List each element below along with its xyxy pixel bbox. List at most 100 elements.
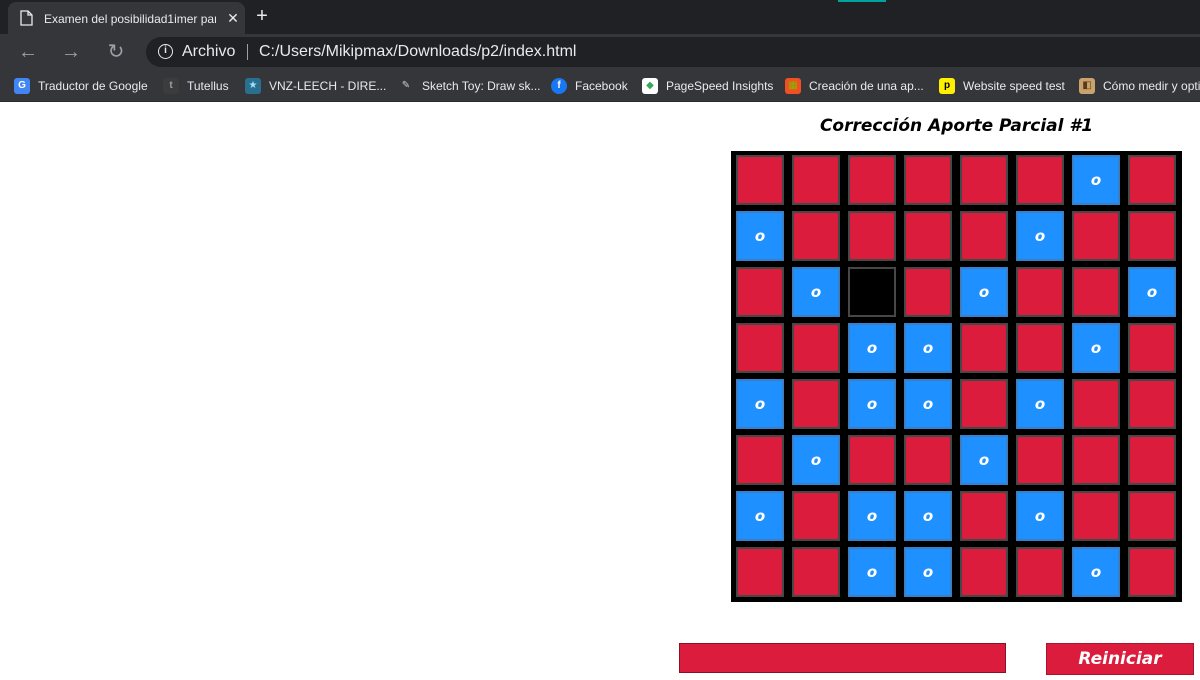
board-cell-blue[interactable]: o	[792, 435, 840, 485]
address-bar[interactable]: i Archivo C:/Users/Mikipmax/Downloads/p2…	[146, 37, 1200, 67]
reload-icon[interactable]: ↻	[104, 40, 128, 64]
url-text[interactable]: C:/Users/Mikipmax/Downloads/p2/index.htm…	[259, 43, 576, 61]
board-cell-blue[interactable]: o	[1072, 547, 1120, 597]
board-cell-red[interactable]	[1016, 155, 1064, 205]
back-arrow-icon[interactable]: ←	[16, 40, 40, 64]
board-cell-black[interactable]	[848, 267, 896, 317]
board-cell-red[interactable]	[1128, 323, 1176, 373]
bookmark-item[interactable]: t Tutellus	[163, 76, 229, 96]
forward-arrow-icon[interactable]: →	[59, 40, 83, 64]
cell-mark: o	[922, 563, 934, 581]
board-cell-red[interactable]	[1072, 379, 1120, 429]
board-cell-blue[interactable]: o	[736, 379, 784, 429]
new-tab-button[interactable]: +	[252, 6, 272, 26]
bookmark-label: Traductor de Google	[38, 79, 148, 93]
board-cell-red[interactable]	[736, 323, 784, 373]
bookmark-item[interactable]: ◧ Cómo medir y optim	[1079, 76, 1200, 96]
board-cell-red[interactable]	[1016, 267, 1064, 317]
bookmark-item[interactable]: ★ VNZ-LEECH - DIRE...	[245, 76, 386, 96]
board-cell-blue[interactable]: o	[1016, 211, 1064, 261]
board-cell-blue[interactable]: o	[1016, 379, 1064, 429]
cell-mark: o	[922, 507, 934, 525]
board-cell-red[interactable]	[1072, 211, 1120, 261]
cell-mark: o	[866, 507, 878, 525]
board-cell-red[interactable]	[792, 155, 840, 205]
board-cell-blue[interactable]: o	[736, 211, 784, 261]
board-cell-red[interactable]	[848, 211, 896, 261]
active-tab[interactable]: Examen del posibilidad1imer parcial ✕	[8, 2, 245, 34]
board-cell-red[interactable]	[792, 547, 840, 597]
board-cell-red[interactable]	[1016, 323, 1064, 373]
board-cell-red[interactable]	[736, 435, 784, 485]
board-cell-blue[interactable]: o	[848, 547, 896, 597]
board-cell-red[interactable]	[736, 267, 784, 317]
board-cell-red[interactable]	[848, 435, 896, 485]
tab-strip: Examen del posibilidad1imer parcial ✕ +	[0, 0, 1200, 34]
bookmark-item[interactable]: ▦ Creación de una ap...	[785, 76, 924, 96]
board-cell-red[interactable]	[960, 323, 1008, 373]
board-cell-red[interactable]	[792, 211, 840, 261]
bookmark-item[interactable]: ✎ Sketch Toy: Draw sk...	[398, 76, 540, 96]
board-cell-red[interactable]	[1128, 547, 1176, 597]
board-cell-blue[interactable]: o	[736, 491, 784, 541]
board-cell-red[interactable]	[1128, 491, 1176, 541]
board-cell-blue[interactable]: o	[904, 323, 952, 373]
page-icon	[20, 10, 33, 26]
google-translate-icon: G	[14, 78, 30, 94]
bookmark-item[interactable]: ◆ PageSpeed Insights	[642, 76, 773, 96]
board-cell-blue[interactable]: o	[1016, 491, 1064, 541]
board-cell-red[interactable]	[1072, 435, 1120, 485]
board-cell-blue[interactable]: o	[792, 267, 840, 317]
reset-button[interactable]: Reiniciar	[1046, 643, 1194, 675]
board-cell-blue[interactable]: o	[848, 379, 896, 429]
board-cell-blue[interactable]: o	[848, 323, 896, 373]
board-cell-red[interactable]	[904, 155, 952, 205]
board-cell-blue[interactable]: o	[904, 379, 952, 429]
window-accent-bar	[838, 0, 886, 2]
bookmark-item[interactable]: G Traductor de Google	[14, 76, 148, 96]
board-cell-red[interactable]	[736, 547, 784, 597]
board-cell-blue[interactable]: o	[1072, 323, 1120, 373]
board-cell-red[interactable]	[1072, 491, 1120, 541]
info-icon[interactable]: i	[158, 44, 173, 59]
board-cell-red[interactable]	[960, 379, 1008, 429]
board-cell-red[interactable]	[960, 211, 1008, 261]
facebook-icon: f	[551, 78, 567, 94]
board-cell-red[interactable]	[1016, 547, 1064, 597]
board-cell-red[interactable]	[792, 323, 840, 373]
board-cell-red[interactable]	[792, 491, 840, 541]
board-cell-red[interactable]	[1128, 155, 1176, 205]
answer-field[interactable]	[679, 643, 1006, 673]
board-cell-blue[interactable]: o	[960, 267, 1008, 317]
board-cell-blue[interactable]: o	[904, 491, 952, 541]
board-cell-blue[interactable]: o	[1072, 155, 1120, 205]
tab-title: Examen del posibilidad1imer parcial	[44, 12, 216, 26]
cell-mark: o	[922, 339, 934, 357]
board-cell-blue[interactable]: o	[904, 547, 952, 597]
board-cell-blue[interactable]: o	[1128, 267, 1176, 317]
board-cell-red[interactable]	[960, 547, 1008, 597]
bookmark-item[interactable]: f Facebook	[551, 76, 628, 96]
board-cell-red[interactable]	[792, 379, 840, 429]
board-cell-red[interactable]	[960, 155, 1008, 205]
bookmark-item[interactable]: p Website speed test	[939, 76, 1065, 96]
board-cell-blue[interactable]: o	[960, 435, 1008, 485]
board-cell-red[interactable]	[1128, 435, 1176, 485]
board-cell-red[interactable]	[1016, 435, 1064, 485]
cell-mark: o	[866, 339, 878, 357]
board-cell-red[interactable]	[960, 491, 1008, 541]
board-cell-red[interactable]	[1072, 267, 1120, 317]
board-cell-red[interactable]	[904, 435, 952, 485]
cell-mark: o	[1146, 283, 1158, 301]
board-cell-red[interactable]	[848, 155, 896, 205]
cell-mark: o	[1034, 395, 1046, 413]
board-cell-blue[interactable]: o	[848, 491, 896, 541]
board-cell-red[interactable]	[1128, 379, 1176, 429]
board-cell-red[interactable]	[736, 155, 784, 205]
board-cell-red[interactable]	[1128, 211, 1176, 261]
close-tab-icon[interactable]: ✕	[226, 11, 240, 25]
board-cell-red[interactable]	[904, 267, 952, 317]
game-board: o o o o o o o o o o o o o o o o o o o o o o	[731, 151, 1182, 602]
cell-mark: o	[810, 283, 822, 301]
board-cell-red[interactable]	[904, 211, 952, 261]
